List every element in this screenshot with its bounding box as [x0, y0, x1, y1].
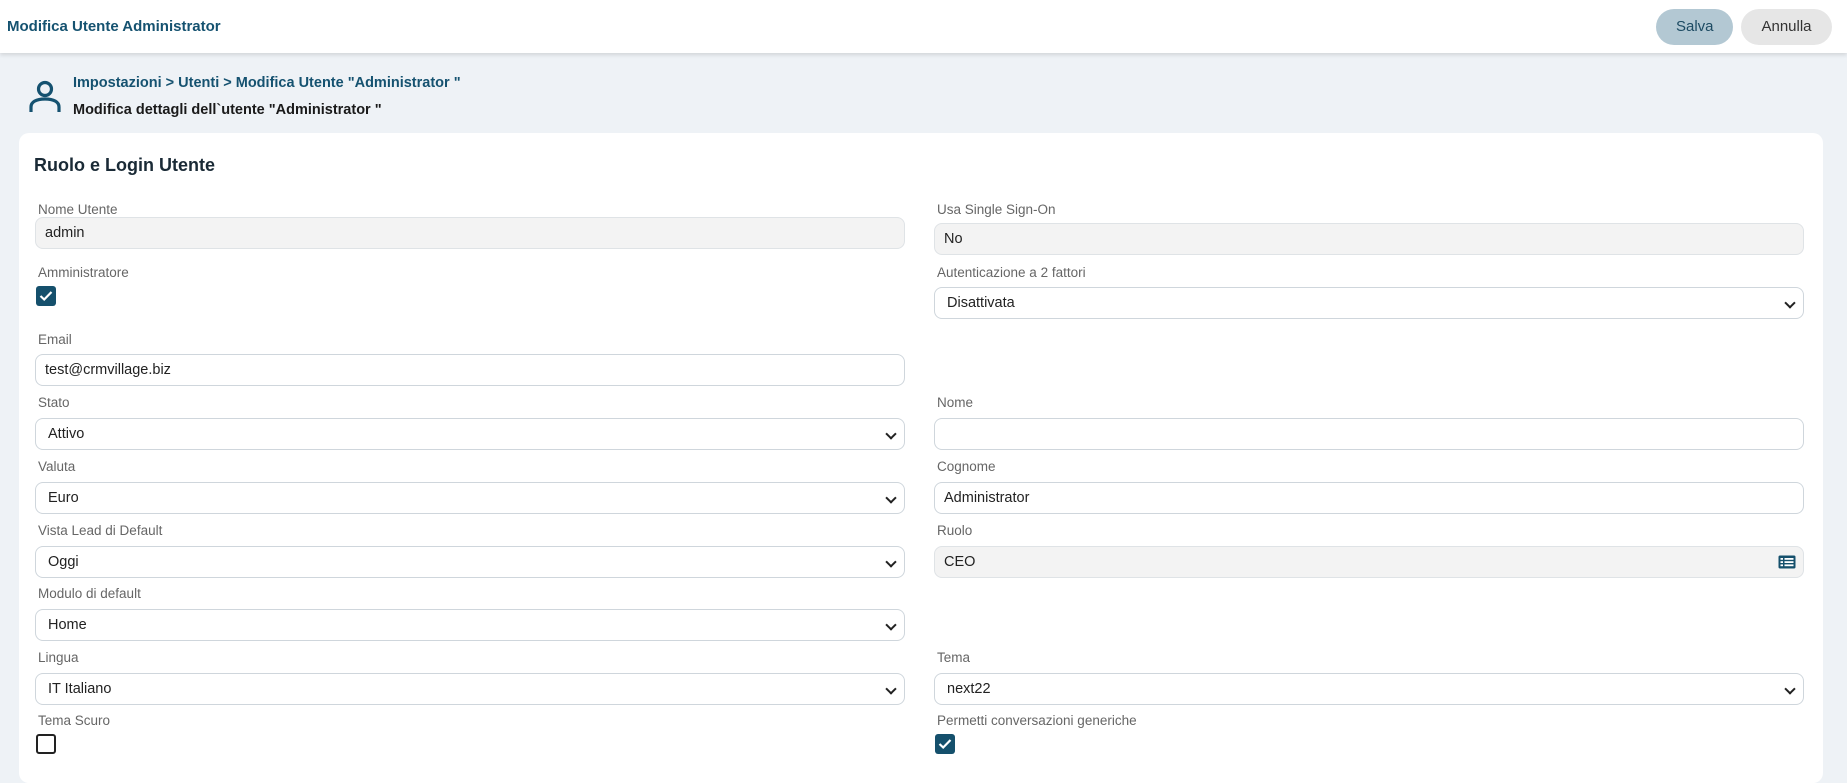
status-value: Attivo	[48, 426, 85, 442]
firstname-label: Nome	[937, 395, 974, 410]
language-label: Lingua	[38, 650, 79, 665]
username-label: Nome Utente	[38, 202, 118, 217]
admin-checkbox[interactable]	[36, 286, 56, 306]
status-select[interactable]: Attivo	[35, 418, 905, 450]
language-value: IT Italiano	[48, 681, 112, 697]
lastname-label: Cognome	[937, 459, 996, 474]
darktheme-checkbox[interactable]	[36, 734, 56, 754]
email-input[interactable]: test@crmvillage.biz	[35, 354, 905, 386]
save-button[interactable]: Salva	[1656, 8, 1733, 45]
sso-value: No	[944, 231, 963, 247]
lastname-input[interactable]: Administrator	[934, 482, 1804, 514]
firstname-input[interactable]	[934, 418, 1804, 450]
theme-select[interactable]: next22	[934, 673, 1804, 705]
chevron-down-icon	[885, 619, 897, 631]
role-label: Ruolo	[937, 523, 973, 538]
chevron-down-icon	[885, 556, 897, 568]
theme-label: Tema	[937, 650, 971, 665]
list-icon[interactable]	[1778, 555, 1796, 569]
leadview-value: Oggi	[48, 554, 79, 570]
sso-input: No	[934, 223, 1804, 255]
chevron-down-icon	[885, 492, 897, 504]
username-value: admin	[45, 225, 85, 241]
currency-label: Valuta	[38, 459, 76, 474]
user-icon	[29, 80, 61, 112]
admin-label: Amministratore	[38, 265, 129, 280]
section-title: Ruolo e Login Utente	[34, 155, 215, 175]
check-icon	[39, 291, 53, 302]
role-value: CEO	[944, 554, 976, 570]
theme-value: next22	[947, 681, 991, 697]
top-bar: Modifica Utente Administrator Salva Annu…	[0, 0, 1847, 53]
cancel-button[interactable]: Annulla	[1741, 8, 1832, 45]
darktheme-label: Tema Scuro	[38, 713, 111, 728]
chevron-down-icon	[1784, 683, 1796, 695]
leadview-label: Vista Lead di Default	[38, 523, 163, 538]
email-label: Email	[38, 332, 72, 347]
user-form-card: Ruolo e Login Utente Nome Utente admin U…	[19, 133, 1823, 783]
status-label: Stato	[38, 395, 70, 410]
defaultmodule-label: Modulo di default	[38, 586, 141, 601]
defaultmodule-select[interactable]: Home	[35, 609, 905, 641]
check-icon	[938, 739, 952, 750]
page-header: Impostazioni > Utenti > Modifica Utente …	[0, 53, 1847, 133]
chevron-down-icon	[885, 683, 897, 695]
twofa-label: Autenticazione a 2 fattori	[937, 265, 1086, 280]
sso-label: Usa Single Sign-On	[937, 202, 1056, 217]
breadcrumb[interactable]: Impostazioni > Utenti > Modifica Utente …	[73, 75, 461, 91]
role-input: CEO	[934, 546, 1804, 578]
currency-select[interactable]: Euro	[35, 482, 905, 514]
twofa-select[interactable]: Disattivata	[934, 287, 1804, 319]
lastname-value: Administrator	[944, 490, 1030, 506]
language-select[interactable]: IT Italiano	[35, 673, 905, 705]
page-title: Modifica Utente Administrator	[7, 18, 221, 35]
leadview-select[interactable]: Oggi	[35, 546, 905, 578]
currency-value: Euro	[48, 490, 79, 506]
username-input[interactable]: admin	[35, 217, 905, 249]
action-buttons: Salva Annulla	[1656, 8, 1832, 45]
chevron-down-icon	[1784, 297, 1796, 309]
genericchat-label: Permetti conversazioni generiche	[937, 713, 1137, 728]
twofa-value: Disattivata	[947, 295, 1015, 311]
chevron-down-icon	[885, 428, 897, 440]
genericchat-checkbox[interactable]	[935, 734, 955, 754]
defaultmodule-value: Home	[48, 617, 87, 633]
email-value: test@crmvillage.biz	[45, 362, 171, 378]
page-subtitle: Modifica dettagli dell`utente "Administr…	[73, 102, 382, 118]
